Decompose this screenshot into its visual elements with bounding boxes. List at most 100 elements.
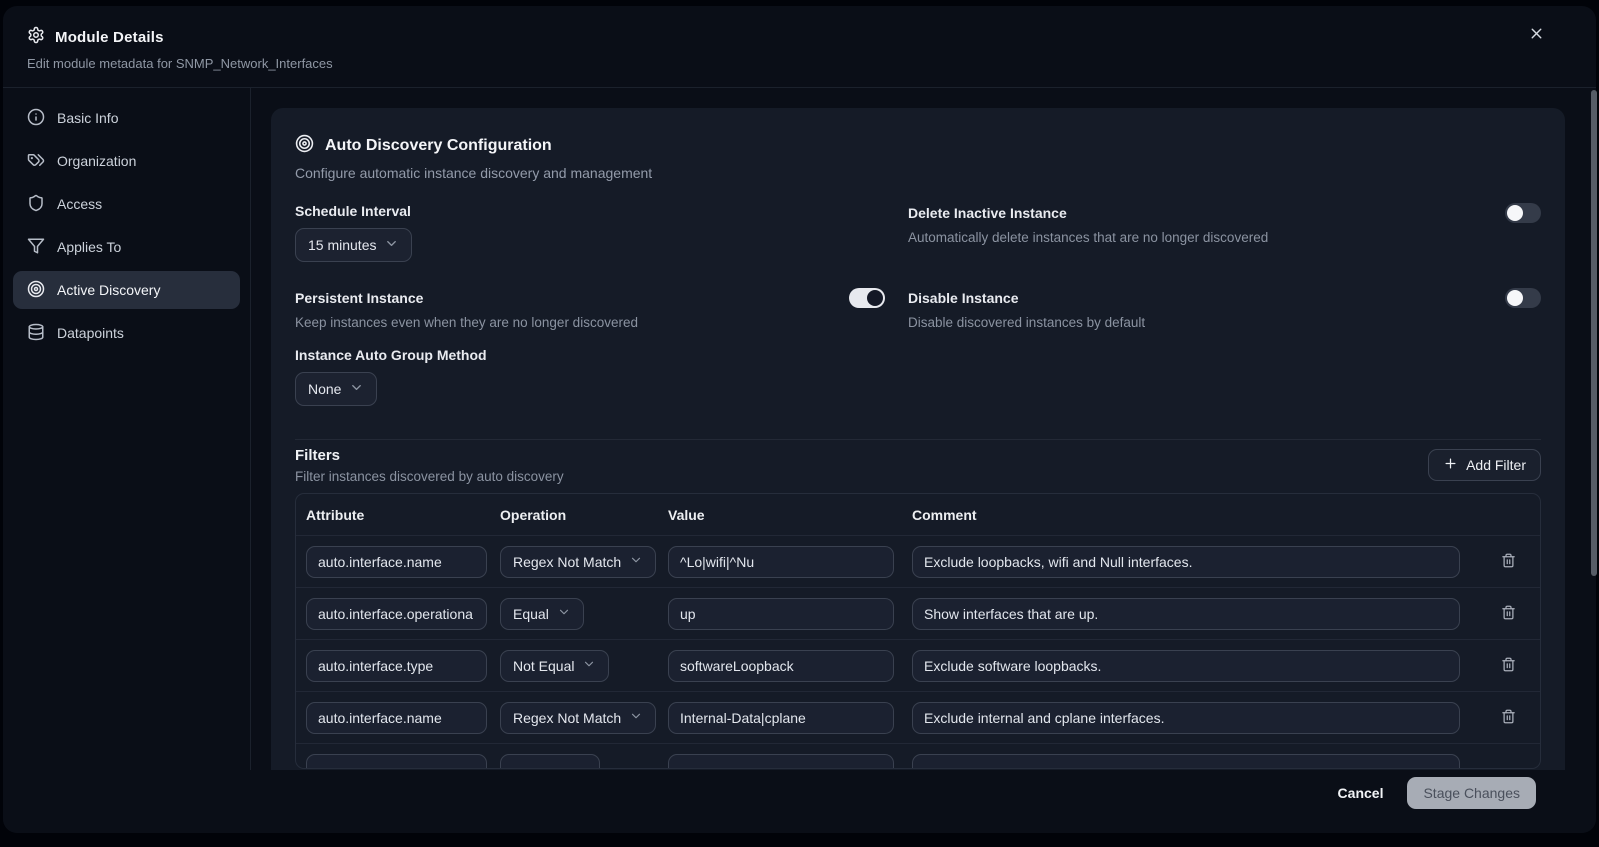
value-input[interactable] <box>668 545 894 578</box>
module-details-dialog: Module Details Edit module metadata for … <box>3 6 1596 833</box>
filters-table: Attribute Operation Value Comment Regex … <box>295 493 1541 769</box>
attribute-input[interactable] <box>306 545 487 578</box>
dialog-title: Module Details <box>55 29 164 46</box>
target-icon <box>295 134 314 158</box>
chevron-down-icon <box>629 709 643 726</box>
delete-filter-button[interactable] <box>1494 548 1522 576</box>
trash-icon <box>1501 553 1516 571</box>
panel-title: Auto Discovery Configuration <box>325 137 552 154</box>
persistent-instance-description: Keep instances even when they are no lon… <box>295 315 638 330</box>
sidebar-item-active-discovery[interactable]: Active Discovery <box>13 271 240 309</box>
schedule-interval-field: Schedule Interval 15 minutes <box>295 203 885 262</box>
auto-discovery-panel: Auto Discovery Configuration Configure a… <box>271 108 1565 770</box>
value-input[interactable] <box>668 701 894 734</box>
sidebar-item-access[interactable]: Access <box>13 185 240 223</box>
dialog-header: Module Details Edit module metadata for … <box>3 6 1596 88</box>
value-input[interactable] <box>668 753 894 768</box>
shield-icon <box>27 194 45 215</box>
operation-value: Regex Not Match <box>513 553 622 570</box>
schedule-interval-select[interactable]: 15 minutes <box>295 228 413 262</box>
comment-input[interactable] <box>912 545 1460 578</box>
operation-select[interactable]: Regex Not Match <box>500 545 657 578</box>
trash-icon <box>1501 605 1516 623</box>
sidebar-item-label: Access <box>57 196 103 212</box>
schedule-interval-value: 15 minutes <box>308 237 377 253</box>
plus-icon <box>1443 456 1458 474</box>
disable-instance-field: Disable Instance Disable discovered inst… <box>908 288 1541 330</box>
scrollbar-thumb[interactable] <box>1591 90 1597 576</box>
delete-inactive-instance-label: Delete Inactive Instance <box>908 205 1067 221</box>
funnel-icon <box>27 237 45 258</box>
comment-input[interactable] <box>912 649 1460 682</box>
close-button[interactable] <box>1524 23 1548 47</box>
operation-select[interactable]: Not Equal <box>500 649 610 682</box>
sidebar: Basic Info Organization Access Applies T… <box>3 88 251 770</box>
comment-input[interactable] <box>912 701 1460 734</box>
chevron-down-icon <box>384 236 399 254</box>
cancel-button[interactable]: Cancel <box>1328 777 1394 809</box>
database-icon <box>27 323 45 344</box>
attribute-input[interactable] <box>306 649 487 682</box>
info-icon <box>27 108 45 129</box>
persistent-instance-field: Persistent Instance Keep instances even … <box>295 288 885 330</box>
sidebar-item-applies-to[interactable]: Applies To <box>13 228 240 266</box>
filters-subtitle: Filter instances discovered by auto disc… <box>295 469 564 484</box>
column-operation: Operation <box>500 506 567 523</box>
stage-changes-button[interactable]: Stage Changes <box>1407 777 1536 809</box>
chevron-down-icon <box>582 657 596 674</box>
schedule-interval-label: Schedule Interval <box>295 203 411 219</box>
filter-row <box>296 744 1540 768</box>
instance-auto-group-method-value: None <box>308 381 342 397</box>
sidebar-item-label: Organization <box>57 153 137 169</box>
value-input[interactable] <box>668 649 894 682</box>
value-input[interactable] <box>668 597 894 630</box>
disable-instance-label: Disable Instance <box>908 290 1019 306</box>
gear-icon <box>27 26 45 49</box>
add-filter-label: Add Filter <box>1466 457 1526 473</box>
operation-select[interactable]: Equal <box>500 597 584 630</box>
delete-filter-button[interactable] <box>1494 652 1522 680</box>
sidebar-item-label: Datapoints <box>57 325 124 341</box>
column-attribute: Attribute <box>306 506 365 523</box>
add-filter-button[interactable]: Add Filter <box>1428 449 1541 481</box>
attribute-input[interactable] <box>306 753 487 768</box>
sidebar-item-datapoints[interactable]: Datapoints <box>13 314 240 352</box>
disable-instance-description: Disable discovered instances by default <box>908 315 1146 330</box>
comment-input[interactable] <box>912 753 1460 768</box>
filter-row: Equal <box>296 588 1540 640</box>
filters-table-header: Attribute Operation Value Comment <box>296 494 1540 536</box>
delete-filter-button[interactable] <box>1494 600 1522 628</box>
delete-inactive-instance-field: Delete Inactive Instance Automatically d… <box>908 203 1541 262</box>
attribute-input[interactable] <box>306 597 487 630</box>
instance-auto-group-method-select[interactable]: None <box>295 372 378 406</box>
tags-icon <box>27 151 45 172</box>
section-divider <box>295 439 1541 440</box>
filters-title: Filters <box>295 447 341 464</box>
target-icon <box>27 280 45 301</box>
x-icon <box>1528 25 1545 45</box>
column-value: Value <box>668 506 705 523</box>
sidebar-item-organization[interactable]: Organization <box>13 142 240 180</box>
delete-inactive-instance-toggle[interactable] <box>1505 203 1541 223</box>
comment-input[interactable] <box>912 597 1460 630</box>
operation-value: Equal <box>513 605 549 622</box>
filter-row: Regex Not Match <box>296 536 1540 588</box>
panel-subtitle: Configure automatic instance discovery a… <box>295 165 653 181</box>
dialog-footer: Cancel Stage Changes <box>3 770 1596 833</box>
instance-auto-group-method-field: Instance Auto Group Method None <box>295 347 885 406</box>
operation-select[interactable]: Regex Not Match <box>500 701 657 734</box>
dialog-subtitle: Edit module metadata for SNMP_Network_In… <box>27 56 333 71</box>
operation-value: Not Equal <box>513 657 575 674</box>
instance-auto-group-method-label: Instance Auto Group Method <box>295 347 487 363</box>
sidebar-item-basic-info[interactable]: Basic Info <box>13 99 240 137</box>
attribute-input[interactable] <box>306 701 487 734</box>
filters-heading: Filters Filter instances discovered by a… <box>295 447 564 484</box>
persistent-instance-toggle[interactable] <box>849 288 885 308</box>
operation-select[interactable] <box>500 753 600 768</box>
disable-instance-toggle[interactable] <box>1505 288 1541 308</box>
chevron-down-icon <box>557 605 571 622</box>
chevron-down-icon <box>629 553 643 570</box>
delete-filter-button[interactable] <box>1494 704 1522 732</box>
sidebar-item-label: Active Discovery <box>57 282 161 298</box>
persistent-instance-label: Persistent Instance <box>295 290 424 306</box>
